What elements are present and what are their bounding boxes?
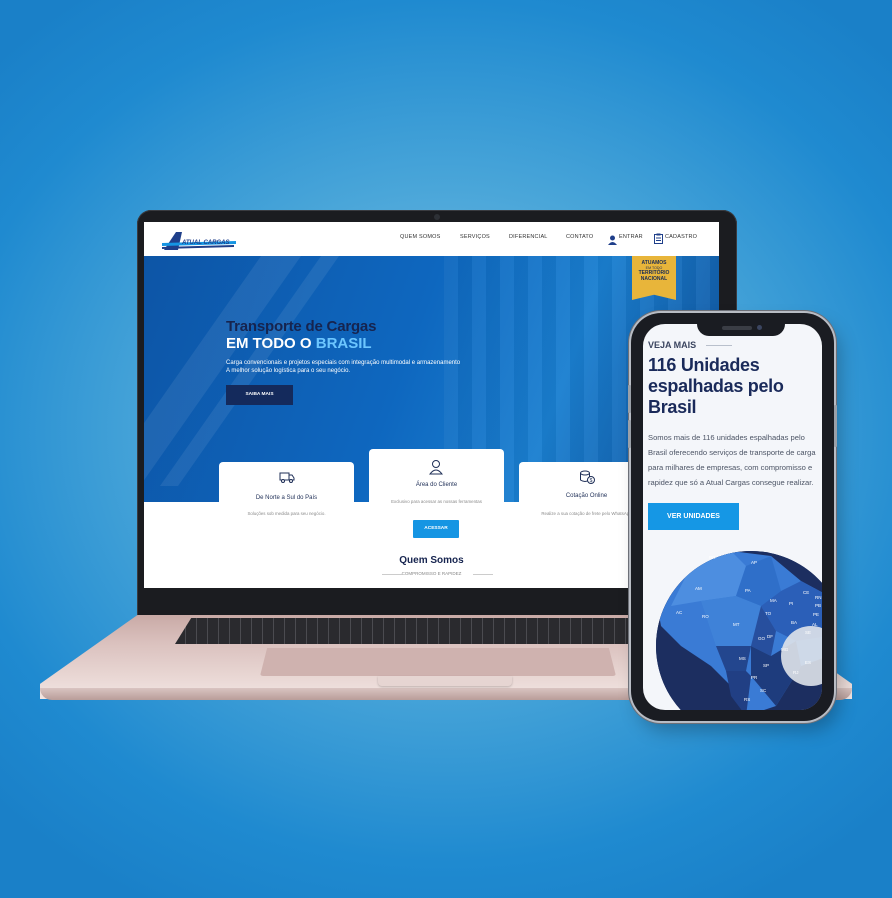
hero-title-2: EM TODO O BRASIL [226, 335, 372, 352]
mobile-description: Somos mais de 116 unidades espalhadas pe… [648, 433, 816, 487]
truck-icon [279, 470, 295, 488]
phone-speaker [722, 326, 752, 330]
map-state-label: RO [702, 614, 709, 619]
brazil-map[interactable] [651, 546, 822, 710]
hero-subtitle: Carga convencionais e projetos especiais… [226, 359, 460, 375]
map-state-label: MG [781, 647, 789, 652]
laptop-trackpad [260, 648, 616, 676]
map-state-label: AC [676, 610, 683, 615]
eyebrow-divider [706, 345, 732, 346]
eyebrow-label: VEJA MAIS [648, 340, 697, 350]
map-state-label: AL [812, 622, 818, 627]
hero-subtitle-line-2: A melhor solução logística para o seu ne… [226, 368, 351, 374]
map-state-label: ES [805, 660, 812, 665]
map-state-label: MS [739, 656, 746, 661]
map-state-label: RJ [793, 670, 799, 675]
map-state-label: SP [763, 663, 770, 668]
feature-card-area-cliente: Área do Cliente Exclusivo para acessar a… [369, 449, 504, 528]
hero-title-2b: BRASIL [315, 335, 372, 352]
laptop-camera [434, 214, 440, 220]
map-state-label: MA [770, 598, 777, 603]
svg-text:$: $ [590, 478, 593, 484]
hero-title-2a: EM TODO O [226, 335, 316, 352]
logo-text: ATUAL CARGAS [182, 240, 230, 246]
hero-subtitle-line-1: Carga convencionais e projetos especiais… [226, 360, 461, 366]
map-state-label: PE [813, 612, 820, 617]
card-title: Área do Cliente [415, 482, 458, 488]
map-state-label: BA [791, 620, 798, 625]
map-state-label: MT [733, 622, 740, 627]
map-state-label: AM [695, 586, 702, 591]
phone-camera [757, 325, 762, 330]
phone-volume-button [628, 420, 631, 448]
map-state-label: SE [805, 630, 812, 635]
user-icon[interactable] [608, 232, 617, 250]
map-state-label: DF [767, 634, 773, 639]
map-state-label: RN [815, 595, 822, 600]
map-state-label: TO [765, 611, 772, 616]
map-state-label: PI [789, 601, 794, 606]
person-icon [428, 459, 444, 480]
site-header: ATUAL CARGAS QUEM SOMOS SERVIÇOS DIFEREN… [144, 222, 719, 257]
nav-servicos[interactable]: SERVIÇOS [460, 234, 490, 240]
saiba-mais-button[interactable]: SAIBA MAIS [226, 385, 293, 405]
nav-diferencial[interactable]: DIFERENCIAL [509, 234, 548, 240]
laptop-opening-notch [378, 676, 512, 686]
nav-quem-somos[interactable]: QUEM SOMOS [400, 234, 441, 240]
map-state-label: GO [758, 636, 766, 641]
phone-power-button [834, 405, 837, 447]
territory-badge: ATUAMOS EM TODO TERRITÓRIO NACIONAL [632, 256, 676, 300]
site-logo[interactable]: ATUAL CARGAS [162, 230, 238, 252]
card-title: De Norte a Sul do País [255, 495, 318, 501]
coins-icon: $ [579, 470, 595, 489]
nav-contato[interactable]: CONTATO [566, 234, 593, 240]
map-state-label: SC [760, 688, 767, 693]
badge-line-4: NACIONAL [640, 276, 668, 282]
clipboard-icon[interactable] [654, 231, 663, 249]
acessar-button[interactable]: ACESSAR [413, 520, 459, 538]
map-state-label: PA [745, 588, 751, 593]
hero-title: Transporte de Cargas [226, 318, 377, 335]
map-state-label: CE [803, 590, 810, 595]
ver-unidades-button[interactable]: VER UNIDADES [648, 503, 739, 530]
map-state-label: PR [751, 675, 758, 680]
map-state-label: AP [751, 560, 758, 565]
map-state-label: RR [709, 555, 716, 560]
map-state-label: PB [815, 603, 822, 608]
nav-cadastro[interactable]: CADASTRO [665, 234, 697, 240]
card-subtitle: Soluções sob medida para seu negócio. [247, 511, 326, 516]
feature-card-norte-sul: De Norte a Sul do País Soluções sob medi… [219, 462, 354, 528]
map-state-label: RS [744, 697, 751, 702]
nav-entrar[interactable]: ENTRAR [619, 234, 643, 240]
mobile-title: 116 Unidades espalhadas pelo Brasil [648, 355, 784, 417]
card-subtitle: Exclusivo para acessar as nossas ferrame… [391, 499, 482, 504]
phone-volume-button [628, 385, 631, 413]
